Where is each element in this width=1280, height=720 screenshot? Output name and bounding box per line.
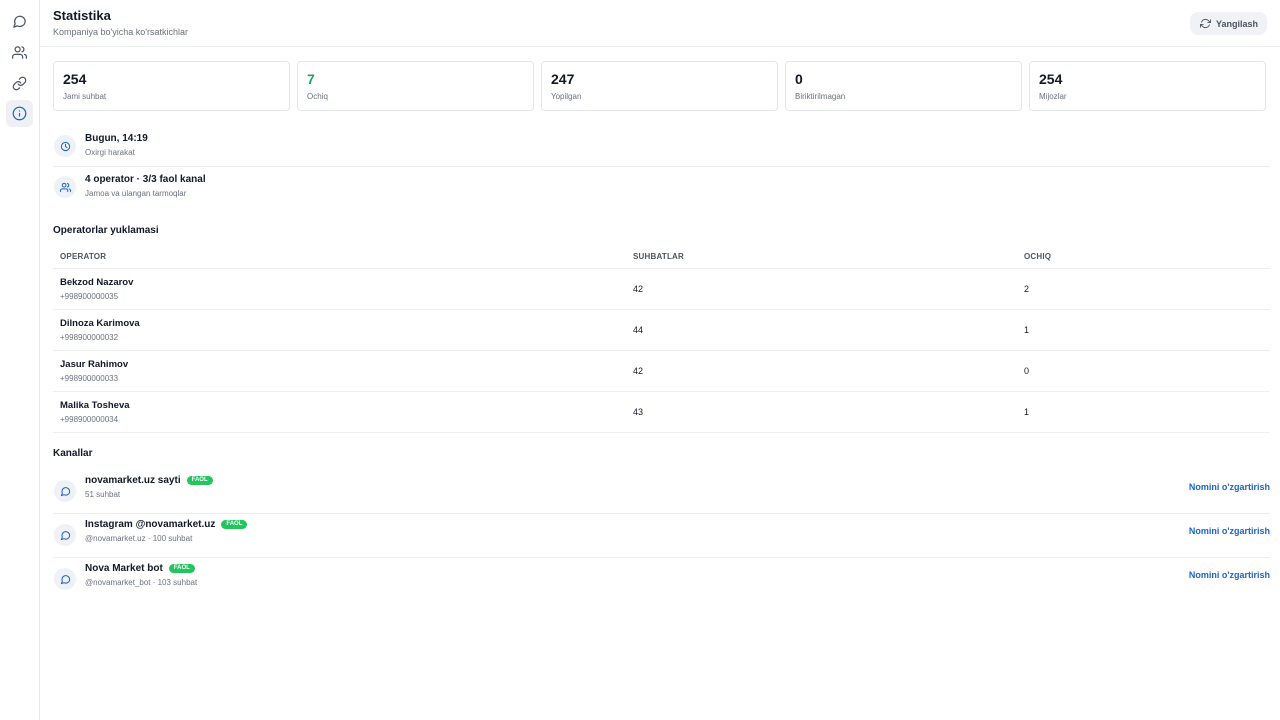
channel-name-wrap: Instagram @novamarket.uz FAOL bbox=[85, 519, 248, 530]
channels-section-title: Kanallar bbox=[53, 448, 93, 459]
channel-name-wrap: Nova Market bot FAOL bbox=[85, 563, 195, 574]
status-badge: FAOL bbox=[168, 564, 195, 573]
channel-item: novamarket.uz sayti FAOL 51 suhbat Nomin… bbox=[53, 470, 1270, 514]
status-badge: FAOL bbox=[221, 520, 248, 529]
page-subtitle: Kompaniya bo'yicha ko'rsatkichlar bbox=[53, 27, 188, 37]
rename-channel-link[interactable]: Nomini o'zgartirish bbox=[1189, 570, 1270, 580]
column-header-open: OCHIQ bbox=[1024, 252, 1052, 261]
table-row[interactable]: Dilnoza Karimova +998900000032 44 1 bbox=[53, 310, 1270, 351]
column-header-chats: SUHBATLAR bbox=[633, 252, 684, 261]
operator-open: 2 bbox=[1024, 284, 1030, 294]
users-icon bbox=[54, 176, 76, 198]
page-header: Statistika Kompaniya bo'yicha ko'rsatkic… bbox=[40, 0, 1280, 47]
rename-channel-link[interactable]: Nomini o'zgartirish bbox=[1189, 526, 1270, 536]
operator-open: 1 bbox=[1024, 407, 1030, 417]
stat-label: Mijozlar bbox=[1039, 92, 1067, 101]
link-icon bbox=[12, 76, 27, 91]
channel-name: Nova Market bot bbox=[85, 563, 163, 574]
operators-table: OPERATOR SUHBATLAR OCHIQ Bekzod Nazarov … bbox=[53, 247, 1270, 433]
sidebar bbox=[0, 0, 40, 720]
operator-name: Malika Tosheva bbox=[60, 400, 130, 411]
stat-label: Yopilgan bbox=[551, 92, 582, 101]
operator-open: 1 bbox=[1024, 325, 1030, 335]
operators-section-title: Operatorlar yuklamasi bbox=[53, 225, 159, 236]
refresh-icon bbox=[1199, 18, 1211, 29]
stat-value: 0 bbox=[795, 71, 803, 87]
rename-channel-link[interactable]: Nomini o'zgartirish bbox=[1189, 482, 1270, 492]
info-circle-icon bbox=[12, 106, 27, 121]
refresh-label: Yangilash bbox=[1215, 18, 1258, 29]
chat-bubble-icon bbox=[13, 15, 26, 28]
stat-card-unassigned: 0 Biriktirilmagan bbox=[785, 61, 1022, 111]
operator-phone: +998900000035 bbox=[60, 292, 119, 301]
sidebar-item-users[interactable] bbox=[6, 39, 33, 66]
main-content: Statistika Kompaniya bo'yicha ko'rsatkic… bbox=[40, 0, 1280, 720]
operator-chats: 44 bbox=[633, 325, 644, 335]
stat-card-closed: 247 Yopilgan bbox=[541, 61, 778, 111]
stat-card-total-chats: 254 Jami suhbat bbox=[53, 61, 290, 111]
stat-card-customers: 254 Mijozlar bbox=[1029, 61, 1266, 111]
sidebar-item-statistics[interactable] bbox=[6, 100, 33, 127]
team-title: 4 operator · 3/3 faol kanal bbox=[85, 174, 206, 185]
channel-sub: 51 suhbat bbox=[85, 490, 121, 499]
page-title: Statistika bbox=[53, 8, 111, 23]
refresh-button[interactable]: Yangilash bbox=[1189, 12, 1267, 35]
operator-phone: +998900000032 bbox=[60, 333, 119, 342]
stat-value: 7 bbox=[307, 71, 315, 87]
channel-item: Instagram @novamarket.uz FAOL @novamarke… bbox=[53, 514, 1270, 558]
chat-bubble-icon bbox=[54, 480, 76, 502]
sidebar-item-chats[interactable] bbox=[6, 8, 33, 35]
last-activity-sub: Oxirgi harakat bbox=[85, 148, 135, 157]
table-row[interactable]: Bekzod Nazarov +998900000035 42 2 bbox=[53, 269, 1270, 310]
users-icon bbox=[12, 46, 27, 59]
operator-name: Jasur Rahimov bbox=[60, 359, 129, 370]
channel-name: Instagram @novamarket.uz bbox=[85, 519, 216, 530]
channel-sub: @novamarket.uz · 100 suhbat bbox=[85, 534, 193, 543]
channel-item: Nova Market bot FAOL @novamarket_bot · 1… bbox=[53, 558, 1270, 602]
last-activity-title: Bugun, 14:19 bbox=[85, 133, 148, 144]
team-sub: Jamoa va ulangan tarmoqlar bbox=[85, 189, 187, 198]
status-badge: FAOL bbox=[186, 476, 213, 485]
table-row[interactable]: Jasur Rahimov +998900000033 42 0 bbox=[53, 351, 1270, 392]
channel-sub: @novamarket_bot · 103 suhbat bbox=[85, 578, 198, 587]
stat-label: Ochiq bbox=[307, 92, 328, 101]
channel-name: novamarket.uz sayti bbox=[85, 475, 181, 486]
sidebar-item-links[interactable] bbox=[6, 70, 33, 97]
operator-phone: +998900000034 bbox=[60, 415, 119, 424]
last-activity-row: Bugun, 14:19 Oxirgi harakat bbox=[53, 126, 1270, 167]
operator-open: 0 bbox=[1024, 366, 1030, 376]
operator-chats: 42 bbox=[633, 366, 644, 376]
team-row: 4 operator · 3/3 faol kanal Jamoa va ula… bbox=[53, 167, 1270, 208]
operator-name: Dilnoza Karimova bbox=[60, 318, 140, 329]
table-header-row: OPERATOR SUHBATLAR OCHIQ bbox=[53, 247, 1270, 269]
chat-bubble-icon bbox=[54, 524, 76, 546]
stat-value: 247 bbox=[551, 71, 575, 87]
stat-label: Jami suhbat bbox=[63, 92, 107, 101]
column-header-operator: OPERATOR bbox=[60, 252, 107, 261]
clock-icon bbox=[54, 135, 76, 157]
channel-name-wrap: novamarket.uz sayti FAOL bbox=[85, 475, 213, 486]
operator-chats: 43 bbox=[633, 407, 644, 417]
operator-phone: +998900000033 bbox=[60, 374, 119, 383]
operator-chats: 42 bbox=[633, 284, 644, 294]
chat-bubble-icon bbox=[54, 568, 76, 590]
table-row[interactable]: Malika Tosheva +998900000034 43 1 bbox=[53, 392, 1270, 433]
stat-value: 254 bbox=[1039, 71, 1063, 87]
stat-value: 254 bbox=[63, 71, 87, 87]
stat-label: Biriktirilmagan bbox=[795, 92, 846, 101]
operator-name: Bekzod Nazarov bbox=[60, 277, 134, 288]
stat-card-open: 7 Ochiq bbox=[297, 61, 534, 111]
